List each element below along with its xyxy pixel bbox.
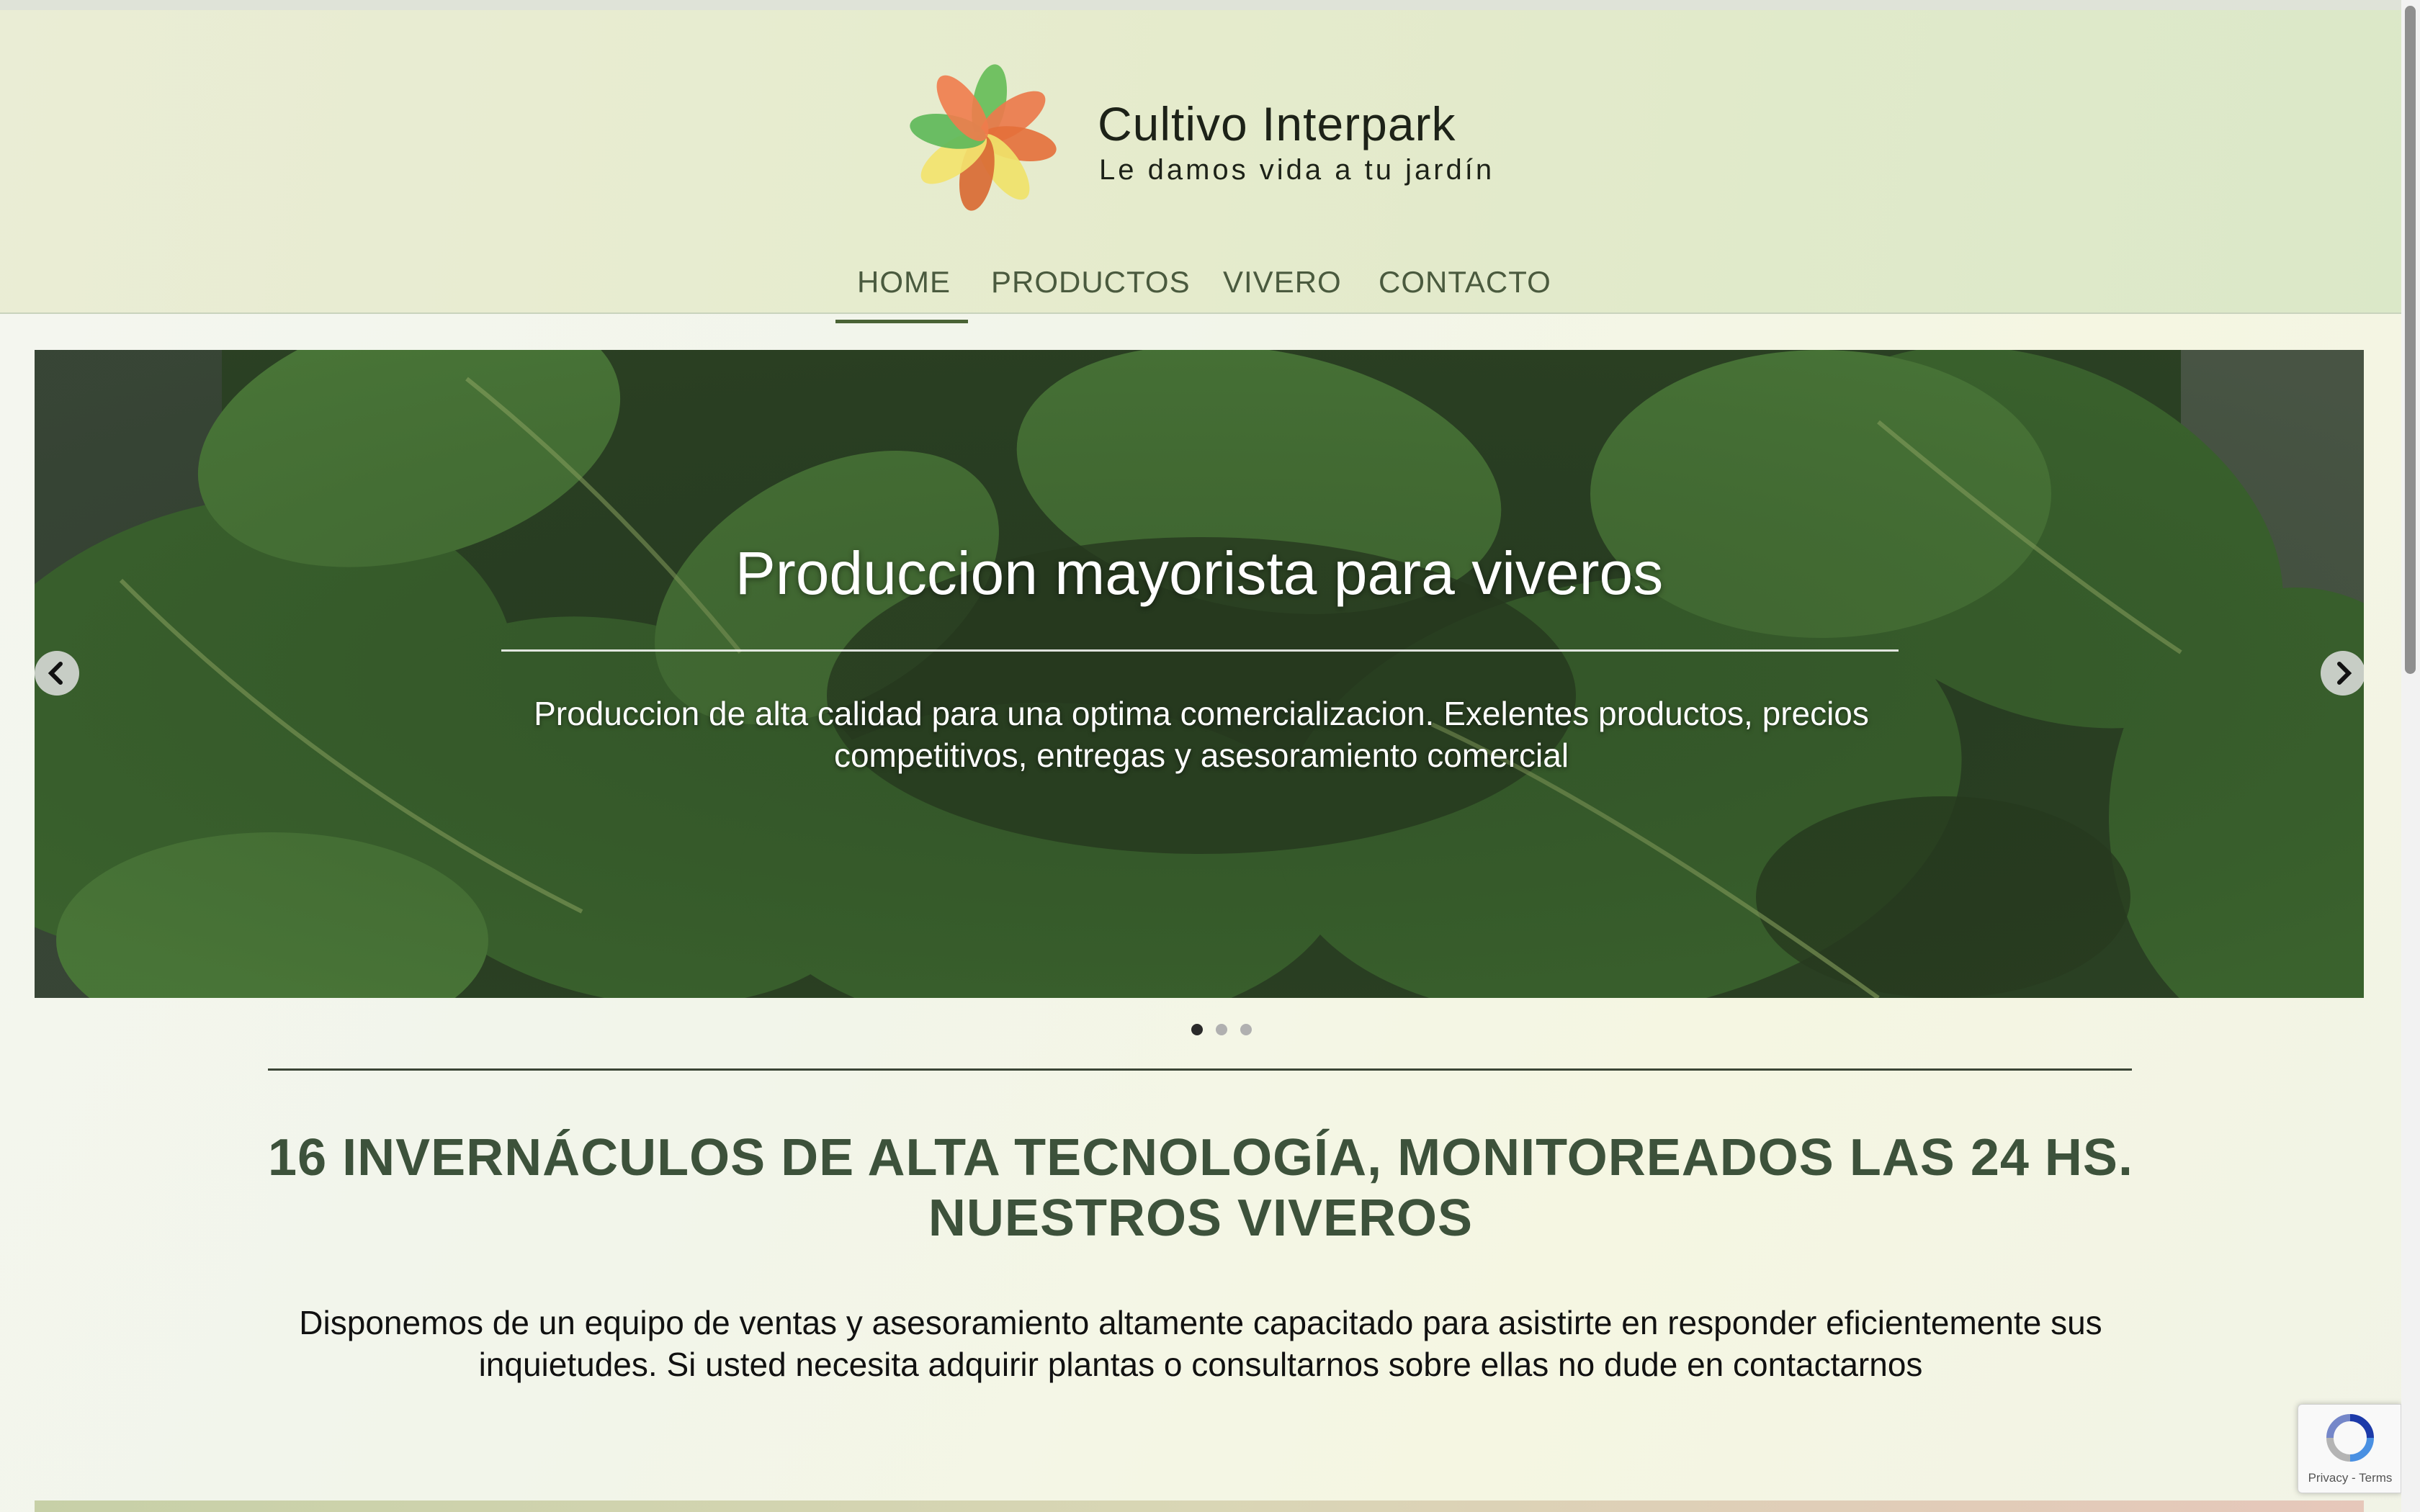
nav-item-productos[interactable]: PRODUCTOS [991,265,1191,300]
main-nav: HOME PRODUCTOS VIVERO CONTACTO [0,245,2401,323]
nav-item-contacto[interactable]: CONTACTO [1379,265,1551,300]
next-section-edge [35,1500,2364,1512]
slider-prev-button[interactable] [35,651,79,696]
slide-divider [501,649,1899,652]
recaptcha-links[interactable]: Privacy - Terms [2298,1471,2402,1485]
site-header: Cultivo Interpark Le damos vida a tu jar… [0,10,2401,323]
section-heading-line-1: 16 INVERNÁCULOS DE ALTA TECNOLOGÍA, MONI… [268,1129,2133,1187]
section-heading: 16 INVERNÁCULOS DE ALTA TECNOLOGÍA, MONI… [216,1128,2185,1248]
slider-dot-3[interactable] [1240,1024,1252,1035]
slider-pagination [1188,1024,1252,1038]
slide-title: Produccion mayorista para viveros [735,539,1664,607]
slider-next-button[interactable] [2321,651,2364,696]
nav-item-vivero[interactable]: VIVERO [1223,265,1342,300]
page-scrollbar[interactable] [2401,0,2420,1512]
monstera-leaves-image [35,350,2364,998]
site-title[interactable]: Cultivo Interpark [1098,96,1456,151]
nav-item-home[interactable]: HOME [857,265,951,300]
section-divider [268,1068,2132,1071]
section-body-text: Disponemos de un equipo de ventas y ases… [299,1304,2102,1383]
site-tagline: Le damos vida a tu jardín [1099,154,1495,186]
browser-top-edge [0,0,2401,10]
flower-logo-icon[interactable] [908,58,1059,217]
chevron-right-icon [2337,662,2352,685]
slider-dot-1[interactable] [1191,1024,1203,1035]
slide-description: Produccion de alta calidad para una opti… [534,695,1869,774]
chevron-left-icon [48,662,63,685]
scrollbar-thumb[interactable] [2405,6,2416,674]
section-heading-line-2: NUESTROS VIVEROS [928,1189,1474,1247]
hero-slider: Produccion mayorista para viveros Produc… [35,350,2364,998]
recaptcha-badge[interactable]: Privacy - Terms [2298,1404,2401,1493]
nav-active-indicator [835,320,968,323]
recaptcha-icon [2326,1414,2374,1462]
slider-dot-2[interactable] [1216,1024,1227,1035]
